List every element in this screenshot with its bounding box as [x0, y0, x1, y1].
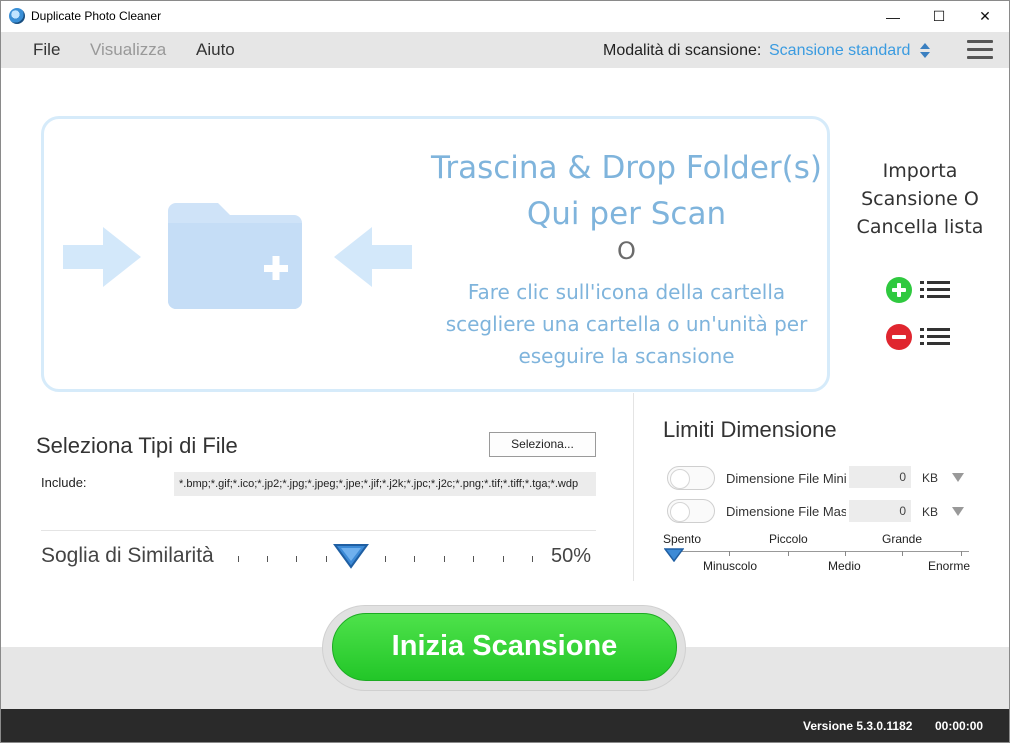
max-size-label: Dimensione File Massima	[726, 504, 846, 519]
min-size-unit: KB	[922, 471, 939, 485]
window-title: Duplicate Photo Cleaner	[31, 9, 162, 23]
scan-mode-label: Modalità di scansione:	[603, 42, 762, 59]
scale-tick	[845, 551, 846, 556]
chevron-down-icon[interactable]	[952, 507, 964, 517]
plus-circle-icon	[886, 277, 912, 303]
scale-tick	[729, 551, 730, 556]
scale-label-small: Piccolo	[769, 532, 808, 546]
drop-title: Trascina & Drop Folder(s) Qui per Scan	[430, 150, 823, 232]
include-extensions-field[interactable]: *.bmp;*.gif;*.ico;*.jp2;*.jpg;*.jpeg;*.j…	[174, 472, 596, 496]
menu-bar: File Visualizza Aiuto Modalità di scansi…	[1, 32, 1009, 68]
drop-or-text: O	[617, 237, 636, 265]
arrow-right-icon	[63, 227, 141, 287]
scale-label-off: Spento	[663, 532, 702, 546]
clear-list-button[interactable]	[885, 323, 951, 351]
scale-label-huge: Enorme	[928, 559, 971, 573]
similarity-slider-track[interactable]	[238, 556, 533, 562]
minus-circle-icon	[886, 324, 912, 350]
min-size-toggle[interactable]	[667, 466, 715, 490]
drop-instructions: Fare clic sull'icona della cartella sceg…	[445, 280, 808, 368]
size-limits-title: Limiti Dimensione	[663, 417, 837, 442]
scale-tick	[902, 551, 903, 556]
menu-help[interactable]: Aiuto	[196, 40, 235, 60]
scale-tick	[961, 551, 962, 556]
max-size-unit: KB	[922, 505, 939, 519]
hamburger-menu-icon[interactable]	[967, 40, 993, 60]
max-size-input[interactable]: 0	[849, 500, 911, 522]
app-logo-icon	[9, 8, 25, 24]
similarity-slider-thumb[interactable]	[333, 543, 369, 569]
min-size-input[interactable]: 0	[849, 466, 911, 488]
timer-text: 00:00:00	[935, 719, 984, 733]
similarity-label: Soglia di Similarità	[41, 544, 214, 567]
drop-zone[interactable]: Trascina & Drop Folder(s) Qui per Scan O…	[41, 116, 830, 392]
app-window: Duplicate Photo Cleaner — ☐ ✕ File Visua…	[0, 0, 1010, 743]
size-scale-thumb[interactable]	[664, 548, 684, 562]
start-scan-button[interactable]: Inizia Scansione	[332, 613, 677, 681]
menu-file[interactable]: File	[33, 40, 60, 60]
chevron-down-icon[interactable]	[952, 473, 964, 483]
import-text: Importa Scansione O Cancella lista	[856, 160, 984, 238]
similarity-value: 50%	[551, 545, 592, 567]
close-button[interactable]: ✕	[962, 1, 1008, 32]
vertical-divider	[633, 393, 634, 581]
divider	[41, 530, 596, 531]
list-icon	[920, 281, 950, 299]
scale-label-tiny: Minuscolo	[703, 559, 758, 573]
maximize-button[interactable]: ☐	[916, 1, 962, 32]
version-text: Versione 5.3.0.1182	[803, 719, 913, 733]
sort-arrows-icon[interactable]	[919, 42, 931, 60]
title-bar: Duplicate Photo Cleaner — ☐ ✕	[1, 1, 1009, 32]
status-bar: Versione 5.3.0.1182 00:00:00	[1, 709, 1009, 742]
scale-tick	[788, 551, 789, 556]
import-list-button[interactable]	[885, 276, 951, 304]
scale-label-medium: Medio	[828, 559, 861, 573]
add-folder-icon[interactable]	[168, 203, 302, 309]
list-icon	[920, 328, 950, 346]
max-size-toggle[interactable]	[667, 499, 715, 523]
size-scale-track[interactable]	[667, 551, 969, 552]
arrow-left-icon	[334, 227, 412, 287]
min-size-label: Dimensione File Minima	[726, 471, 846, 486]
scale-label-large: Grande	[882, 532, 923, 546]
include-label: Include:	[41, 475, 87, 490]
minimize-button[interactable]: —	[870, 1, 916, 32]
menu-view[interactable]: Visualizza	[90, 40, 166, 60]
file-types-title: Seleziona Tipi di File	[36, 433, 238, 458]
select-file-types-button[interactable]: Seleziona...	[489, 432, 596, 457]
scan-mode-select[interactable]: Scansione standard	[769, 42, 910, 60]
